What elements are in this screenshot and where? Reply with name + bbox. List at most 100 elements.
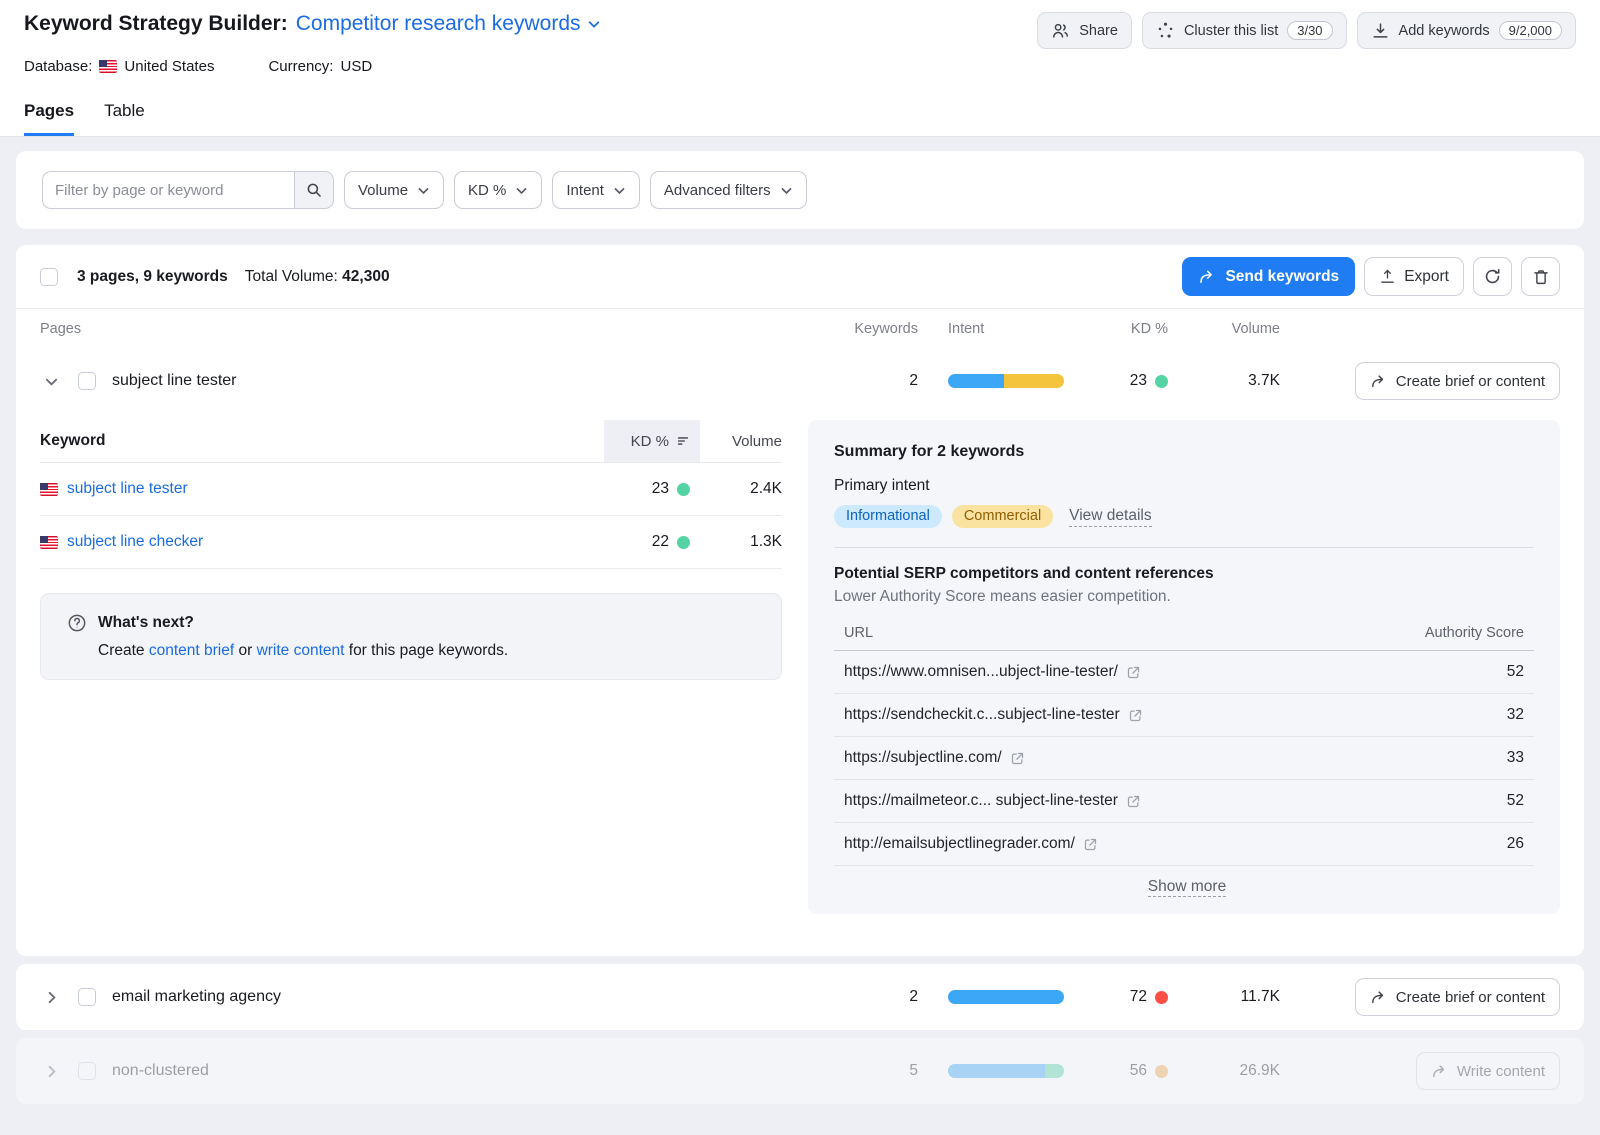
pages-table-card: 3 pages, 9 keywords Total Volume: 42,300… [16, 245, 1584, 956]
row-checkbox[interactable] [78, 988, 96, 1006]
advanced-filters-dropdown[interactable]: Advanced filters [650, 171, 807, 209]
view-details-link[interactable]: View details [1069, 507, 1151, 527]
whats-next-suffix: for this page keywords. [344, 642, 508, 659]
competitor-url: https://www.omnisen...ubject-line-tester… [844, 663, 1118, 681]
external-link-icon[interactable] [1010, 751, 1025, 766]
tab-table[interactable]: Table [104, 101, 145, 136]
keyword-link[interactable]: subject line tester [67, 480, 188, 498]
whats-next-text: Create content brief or write content fo… [67, 642, 755, 660]
keyword-row: subject line tester 23 2.4K [40, 463, 782, 516]
table-row[interactable]: subject line tester 2 23 3.7K Create bri… [16, 348, 1584, 414]
keyword-link[interactable]: subject line checker [67, 533, 203, 551]
question-circle-icon [67, 613, 87, 633]
send-keywords-button[interactable]: Send keywords [1182, 257, 1355, 296]
row-checkbox[interactable] [78, 372, 96, 390]
filter-search-input[interactable] [42, 171, 294, 209]
kd-sort-header[interactable]: KD % [604, 420, 700, 462]
external-link-icon[interactable] [1083, 837, 1098, 852]
sort-descending-icon [676, 434, 690, 448]
pages-table-card: email marketing agency 2 72 11.7K Create… [16, 964, 1584, 1030]
list-name-dropdown[interactable]: Competitor research keywords [296, 12, 601, 36]
view-tabs: Pages Table [0, 101, 1600, 137]
create-brief-label: Create brief or content [1396, 373, 1545, 390]
authority-score: 33 [1507, 749, 1524, 767]
create-brief-button[interactable]: Create brief or content [1355, 978, 1560, 1016]
row-checkbox[interactable] [78, 1062, 96, 1080]
page-name: email marketing agency [112, 988, 281, 1006]
competitor-row: https://sendcheckit.c...subject-line-tes… [834, 694, 1534, 737]
download-icon [1371, 21, 1390, 40]
chevron-down-icon [515, 184, 528, 197]
share-label: Share [1079, 23, 1118, 39]
tab-pages[interactable]: Pages [24, 101, 74, 136]
currency-label: Currency: [268, 58, 333, 75]
select-all-checkbox[interactable] [40, 268, 58, 286]
whats-next-mid: or [234, 642, 256, 659]
export-button[interactable]: Export [1364, 257, 1464, 296]
volume-value: 11.7K [1168, 988, 1280, 1006]
external-link-icon[interactable] [1128, 708, 1143, 723]
table-row[interactable]: non-clustered 5 56 26.9K Write content [16, 1038, 1584, 1104]
chevron-down-icon [780, 184, 793, 197]
delete-button[interactable] [1521, 257, 1560, 296]
cluster-list-button[interactable]: Cluster this list 3/30 [1142, 12, 1347, 49]
write-content-button[interactable]: Write content [1416, 1052, 1560, 1090]
external-link-icon[interactable] [1126, 794, 1141, 809]
kd-difficulty-dot [1155, 1065, 1168, 1078]
informational-intent-badge: Informational [834, 505, 942, 528]
expand-row-button[interactable] [40, 986, 62, 1008]
app-header: Keyword Strategy Builder: Competitor res… [0, 0, 1600, 137]
create-brief-label: Create brief or content [1396, 989, 1545, 1006]
database-label: Database: [24, 58, 92, 75]
expand-row-button[interactable] [40, 1060, 62, 1082]
total-volume-value: 42,300 [342, 268, 389, 285]
summary-title: Summary for 2 keywords [834, 443, 1534, 461]
list-name: Competitor research keywords [296, 12, 581, 36]
kd-filter-dropdown[interactable]: KD % [454, 171, 542, 209]
volume-filter-dropdown[interactable]: Volume [344, 171, 444, 209]
collapse-row-button[interactable] [40, 370, 62, 392]
content-brief-link[interactable]: content brief [149, 642, 234, 659]
competitors-table: URL Authority Score https://www.omnisen.… [834, 619, 1534, 866]
send-arrow-icon [1431, 1063, 1448, 1080]
whats-next-box: What's next? Create content brief or wri… [40, 593, 782, 680]
refresh-button[interactable] [1473, 257, 1512, 296]
advanced-filters-label: Advanced filters [664, 182, 771, 199]
show-more-link[interactable]: Show more [1148, 878, 1226, 897]
keywords-count-badge: 9/2,000 [1499, 21, 1562, 40]
authority-score: 26 [1507, 835, 1524, 853]
pages-table-card: non-clustered 5 56 26.9K Write content [16, 1038, 1584, 1104]
intent-bar [948, 1064, 1064, 1078]
selection-summary: 3 pages, 9 keywords [77, 268, 228, 286]
volume-filter-label: Volume [358, 182, 408, 199]
create-brief-button[interactable]: Create brief or content [1355, 362, 1560, 400]
column-kd: KD % [1082, 321, 1168, 337]
authority-score: 52 [1507, 792, 1524, 810]
export-label: Export [1404, 268, 1449, 286]
keyword-list-pane: Keyword KD % Volume subject line tester … [40, 420, 782, 914]
intent-filter-dropdown[interactable]: Intent [552, 171, 640, 209]
keyword-row: subject line checker 22 1.3K [40, 516, 782, 569]
trash-icon [1532, 268, 1550, 286]
send-arrow-icon [1370, 373, 1387, 390]
us-flag-icon [99, 60, 117, 73]
external-link-icon[interactable] [1126, 665, 1141, 680]
competitor-row: http://emailsubjectlinegrader.com/ 26 [834, 823, 1534, 866]
share-users-icon [1051, 21, 1070, 40]
volume-value: 26.9K [1168, 1062, 1280, 1080]
serp-competitors-title: Potential SERP competitors and content r… [834, 565, 1534, 583]
chevron-down-icon [44, 374, 59, 389]
write-content-link[interactable]: write content [257, 642, 345, 659]
cluster-count-badge: 3/30 [1287, 21, 1332, 40]
share-button[interactable]: Share [1037, 12, 1132, 49]
add-keywords-button[interactable]: Add keywords 9/2,000 [1357, 12, 1576, 49]
chevron-right-icon [44, 1064, 59, 1079]
total-volume: Total Volume: 42,300 [245, 268, 390, 286]
volume-column-header: Volume [700, 420, 782, 462]
competitor-url: http://emailsubjectlinegrader.com/ [844, 835, 1075, 853]
table-row[interactable]: email marketing agency 2 72 11.7K Create… [16, 964, 1584, 1030]
url-column-header: URL [844, 625, 873, 641]
search-button[interactable] [294, 171, 334, 209]
column-volume: Volume [1168, 321, 1280, 337]
chevron-down-icon [587, 17, 601, 31]
